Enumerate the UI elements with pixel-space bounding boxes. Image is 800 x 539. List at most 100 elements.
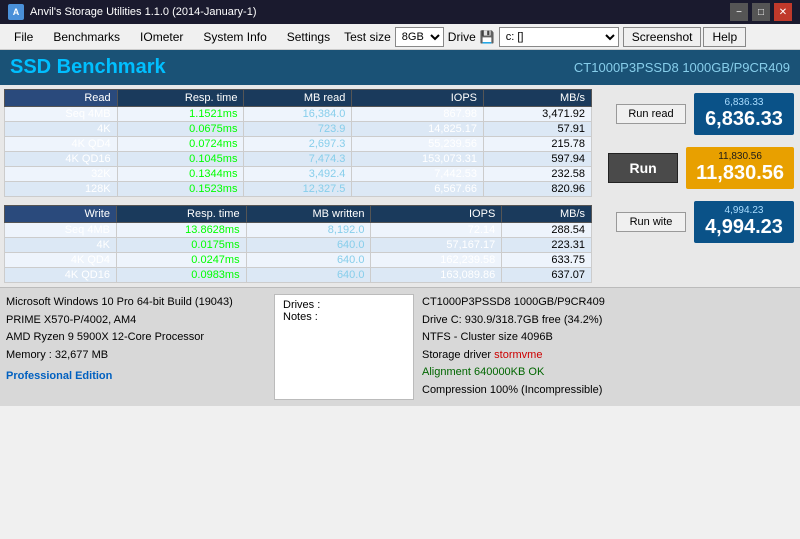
menu-iometer[interactable]: IOmeter [130, 26, 193, 48]
write-header-mb: MB written [246, 206, 371, 223]
read-header-label: Read [5, 90, 118, 107]
bottom-panel: Microsoft Windows 10 Pro 64-bit Build (1… [0, 287, 800, 406]
write-table-row: 4K QD16 0.0983ms 640.0 163,089.86 637.07 [5, 268, 592, 283]
write-row-label: 4K QD4 [5, 253, 117, 268]
write-table: Write Resp. time MB written IOPS MB/s Se… [4, 205, 592, 283]
drive-info-line: Drive C: 930.9/318.7GB free (34.2%) [422, 312, 794, 330]
drives-label: Drives : [283, 299, 405, 311]
sys-info-line1: Microsoft Windows 10 Pro 64-bit Build (1… [6, 294, 266, 312]
read-row-mbs: 57.91 [484, 122, 592, 137]
alignment-ok: Alignment 640000KB OK [422, 366, 544, 378]
write-row-resp: 0.0247ms [116, 253, 246, 268]
menu-benchmarks[interactable]: Benchmarks [43, 26, 130, 48]
menu-sysinfo[interactable]: System Info [193, 26, 276, 48]
run-button[interactable]: Run [608, 153, 678, 183]
close-button[interactable]: ✕ [774, 3, 792, 21]
write-row-iops: 162,239.58 [371, 253, 502, 268]
run-read-row: Run read 6,836.33 6,836.33 [596, 93, 796, 135]
write-row-label: 4K [5, 238, 117, 253]
score-total-big: 11,830.56 [696, 162, 784, 185]
score-read-small: 6,836.33 [704, 97, 784, 108]
write-row-resp: 13.8628ms [116, 223, 246, 238]
drive-info-line: Storage driver stormvme [422, 347, 794, 365]
write-row-label: 4K QD16 [5, 268, 117, 283]
drive-info-line: NTFS - Cluster size 4096B [422, 329, 794, 347]
score-write-big: 4,994.23 [704, 216, 784, 239]
write-table-row: Seq 4MB 13.8628ms 8,192.0 72.14 288.54 [5, 223, 592, 238]
professional-edition: Professional Edition [6, 368, 266, 386]
write-row-mb: 8,192.0 [246, 223, 371, 238]
read-row-label: 32K [5, 167, 118, 182]
menu-settings[interactable]: Settings [277, 26, 340, 48]
score-write-box: 4,994.23 4,994.23 [694, 201, 794, 243]
read-row-mb: 3,492.4 [244, 167, 352, 182]
drive-select[interactable]: c: [] [499, 27, 619, 47]
test-size-select[interactable]: 8GB [395, 27, 444, 47]
write-table-row: 4K QD4 0.0247ms 640.0 162,239.58 633.75 [5, 253, 592, 268]
read-row-resp: 0.1045ms [117, 152, 244, 167]
run-read-button[interactable]: Run read [616, 104, 686, 124]
write-row-mb: 640.0 [246, 238, 371, 253]
read-row-label: Seq 4MB [5, 107, 118, 122]
sys-info-line4: Memory : 32,677 MB [6, 347, 266, 365]
bottom-middle: Drives : Notes : [274, 294, 414, 400]
read-table-row: 32K 0.1344ms 3,492.4 7,442.53 232.58 [5, 167, 592, 182]
read-table-row: 128K 0.1523ms 12,327.5 6,567.66 820.96 [5, 182, 592, 197]
app-icon: A [8, 4, 24, 20]
side-panel: Run read 6,836.33 6,836.33 Run 11,830.56… [596, 89, 796, 283]
read-row-mb: 7,474.3 [244, 152, 352, 167]
drive-info-line: CT1000P3PSSD8 1000GB/P9CR409 [422, 294, 794, 312]
drive-icon: 💾 [480, 30, 495, 44]
title-bar-text: Anvil's Storage Utilities 1.1.0 (2014-Ja… [30, 6, 256, 18]
write-header-iops: IOPS [371, 206, 502, 223]
maximize-button[interactable]: □ [752, 3, 770, 21]
write-row-mb: 640.0 [246, 268, 371, 283]
read-header-mb: MB read [244, 90, 352, 107]
read-table-row: 4K QD4 0.0724ms 2,697.3 55,239.56 215.78 [5, 137, 592, 152]
title-bar: A Anvil's Storage Utilities 1.1.0 (2014-… [0, 0, 800, 24]
write-header-label: Write [5, 206, 117, 223]
drive-info-line: Alignment 640000KB OK [422, 364, 794, 382]
read-row-resp: 0.1523ms [117, 182, 244, 197]
read-row-iops: 153,073.31 [352, 152, 484, 167]
main-content: Read Resp. time MB read IOPS MB/s Seq 4M… [0, 85, 800, 287]
minimize-button[interactable]: − [730, 3, 748, 21]
read-row-mbs: 215.78 [484, 137, 592, 152]
drive-area: Drive 💾 c: [] [448, 27, 619, 47]
read-table: Read Resp. time MB read IOPS MB/s Seq 4M… [4, 89, 592, 197]
read-row-mb: 12,327.5 [244, 182, 352, 197]
help-button[interactable]: Help [703, 27, 746, 47]
read-row-resp: 0.0675ms [117, 122, 244, 137]
score-total-small: 11,830.56 [696, 151, 784, 162]
notes-label: Notes : [283, 311, 405, 323]
read-row-label: 4K [5, 122, 118, 137]
write-row-iops: 163,089.86 [371, 268, 502, 283]
bottom-right: CT1000P3PSSD8 1000GB/P9CR409Drive C: 930… [422, 294, 794, 400]
menu-bar: File Benchmarks IOmeter System Info Sett… [0, 24, 800, 50]
banner-device: CT1000P3PSSD8 1000GB/P9CR409 [574, 60, 790, 75]
read-row-mb: 16,384.0 [244, 107, 352, 122]
sys-info-line3: AMD Ryzen 9 5900X 12-Core Processor [6, 329, 266, 347]
write-row-mbs: 288.54 [502, 223, 592, 238]
score-total-box: 11,830.56 11,830.56 [686, 147, 794, 189]
score-write-small: 4,994.23 [704, 205, 784, 216]
test-size-label: Test size [344, 30, 391, 44]
read-header-mbs: MB/s [484, 90, 592, 107]
window-controls[interactable]: − □ ✕ [730, 3, 792, 21]
run-row: Run 11,830.56 11,830.56 [596, 147, 796, 189]
read-row-mbs: 232.58 [484, 167, 592, 182]
read-row-mbs: 820.96 [484, 182, 592, 197]
read-header-iops: IOPS [352, 90, 484, 107]
read-row-label: 4K QD4 [5, 137, 118, 152]
write-row-iops: 57,167.17 [371, 238, 502, 253]
screenshot-button[interactable]: Screenshot [623, 27, 702, 47]
read-row-label: 128K [5, 182, 118, 197]
read-row-resp: 0.1344ms [117, 167, 244, 182]
read-row-iops: 6,567.66 [352, 182, 484, 197]
read-row-iops: 7,442.53 [352, 167, 484, 182]
read-row-iops: 55,239.56 [352, 137, 484, 152]
read-table-row: 4K 0.0675ms 723.9 14,825.17 57.91 [5, 122, 592, 137]
run-write-button[interactable]: Run wite [616, 212, 686, 232]
menu-file[interactable]: File [4, 26, 43, 48]
write-row-resp: 0.0983ms [116, 268, 246, 283]
